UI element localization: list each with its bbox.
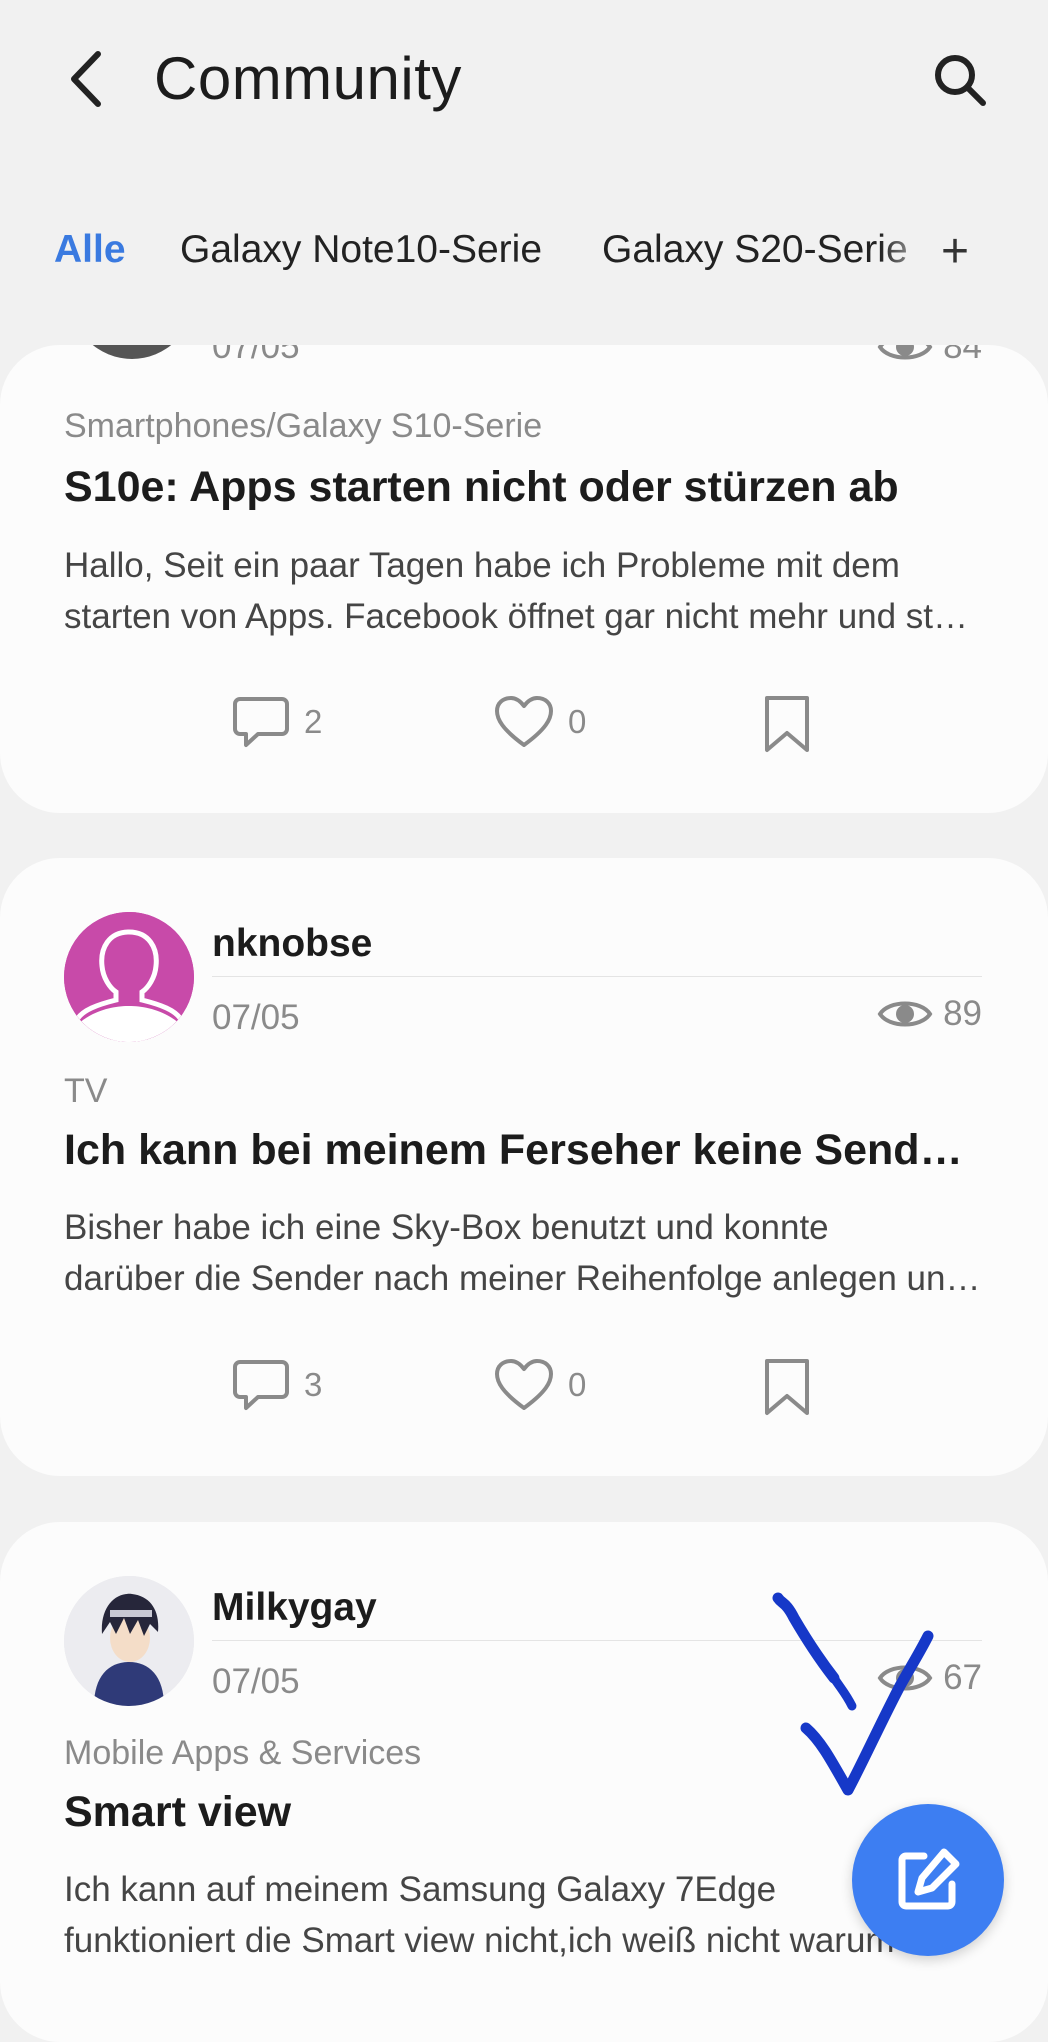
like-count: 0 xyxy=(568,1366,587,1403)
post-title[interactable]: Smart view xyxy=(64,1788,984,1837)
comment-count: 2 xyxy=(304,703,323,740)
anime-character-avatar-icon xyxy=(64,1576,194,1706)
eye-icon xyxy=(877,345,933,360)
tab-galaxy-s20[interactable]: Galaxy S20-Serie xyxy=(602,228,908,272)
post-category[interactable]: TV xyxy=(64,1072,107,1111)
like-button[interactable]: 0 xyxy=(494,1358,586,1412)
heart-icon xyxy=(495,696,553,747)
excerpt-line: Bisher habe ich eine Sky-Box benutzt und… xyxy=(64,1208,829,1247)
search-icon xyxy=(935,55,986,106)
post-card[interactable]: nknobse 07/05 89 TV Ich kann bei meinem … xyxy=(0,858,1048,1476)
compose-post-button[interactable] xyxy=(852,1804,1004,1956)
post-card[interactable]: 07/05 84 Smartphones/Galaxy S10-Serie S1… xyxy=(0,345,1048,813)
excerpt-line: Ich kann auf meinem Samsung Galaxy 7Edge xyxy=(64,1870,777,1909)
divider xyxy=(212,976,982,977)
tab-galaxy-note10[interactable]: Galaxy Note10-Serie xyxy=(180,228,542,272)
category-tabs: Alle Galaxy Note10-Serie Galaxy S20-Seri… xyxy=(0,210,1048,290)
avatar[interactable] xyxy=(64,1576,194,1706)
avatar[interactable] xyxy=(64,912,194,1042)
back-button[interactable] xyxy=(62,46,112,112)
excerpt-line: darüber die Sender nach meiner Reihenfol… xyxy=(64,1259,984,1298)
post-date: 07/05 xyxy=(212,327,300,366)
post-date: 07/05 xyxy=(212,998,300,1037)
view-count-value: 89 xyxy=(943,994,982,1033)
author-name[interactable]: Milkygay xyxy=(212,1586,377,1630)
view-count: 67 xyxy=(877,1658,982,1698)
post-title[interactable]: Ich kann bei meinem Ferseher keine Sende… xyxy=(64,1126,984,1175)
bookmark-button[interactable] xyxy=(762,695,812,753)
eye-icon xyxy=(877,1665,933,1691)
compose-icon xyxy=(898,1848,960,1910)
app-header: Community xyxy=(0,0,1048,160)
default-user-avatar-icon xyxy=(64,912,194,1042)
divider xyxy=(212,1640,982,1641)
view-count-value: 84 xyxy=(943,327,982,366)
post-excerpt: Bisher habe ich eine Sky-Box benutzt und… xyxy=(64,1202,984,1304)
view-count: 84 xyxy=(877,327,982,367)
post-category[interactable]: Mobile Apps & Services xyxy=(64,1734,421,1773)
post-title[interactable]: S10e: Apps starten nicht oder stürzen ab xyxy=(64,463,984,512)
author-name[interactable]: nknobse xyxy=(212,922,372,966)
comment-button[interactable]: 3 xyxy=(232,1358,322,1412)
bookmark-button[interactable] xyxy=(762,1358,812,1416)
post-excerpt: Ich kann auf meinem Samsung Galaxy 7Edge… xyxy=(64,1864,984,1966)
excerpt-line: starten von Apps. Facebook öffnet gar ni… xyxy=(64,597,984,636)
view-count: 89 xyxy=(877,994,982,1034)
comment-icon xyxy=(233,1360,289,1410)
scroll-edge xyxy=(0,290,1048,345)
post-date: 07/05 xyxy=(212,1662,300,1701)
excerpt-line: funktioniert die Smart view nicht,ich we… xyxy=(64,1921,895,1960)
add-tab-button[interactable]: + xyxy=(930,222,980,282)
like-count: 0 xyxy=(568,703,587,740)
eye-icon xyxy=(877,1001,933,1027)
comment-count: 3 xyxy=(304,1366,323,1403)
post-category[interactable]: Smartphones/Galaxy S10-Serie xyxy=(64,407,542,446)
excerpt-line: Hallo, Seit ein paar Tagen habe ich Prob… xyxy=(64,546,900,585)
view-count-value: 67 xyxy=(943,1658,982,1697)
page-title: Community xyxy=(154,45,462,112)
like-button[interactable]: 0 xyxy=(494,695,586,749)
comment-icon xyxy=(233,697,289,747)
bookmark-icon xyxy=(765,1359,809,1415)
post-card[interactable]: Milkygay 07/05 67 Mobile Apps & Services… xyxy=(0,1522,1048,2042)
bookmark-icon xyxy=(765,696,809,752)
heart-icon xyxy=(495,1359,553,1410)
comment-button[interactable]: 2 xyxy=(232,695,322,749)
post-excerpt: Hallo, Seit ein paar Tagen habe ich Prob… xyxy=(64,540,984,642)
tab-alle[interactable]: Alle xyxy=(54,228,126,272)
search-button[interactable] xyxy=(930,50,990,110)
chevron-left-icon xyxy=(71,51,101,107)
